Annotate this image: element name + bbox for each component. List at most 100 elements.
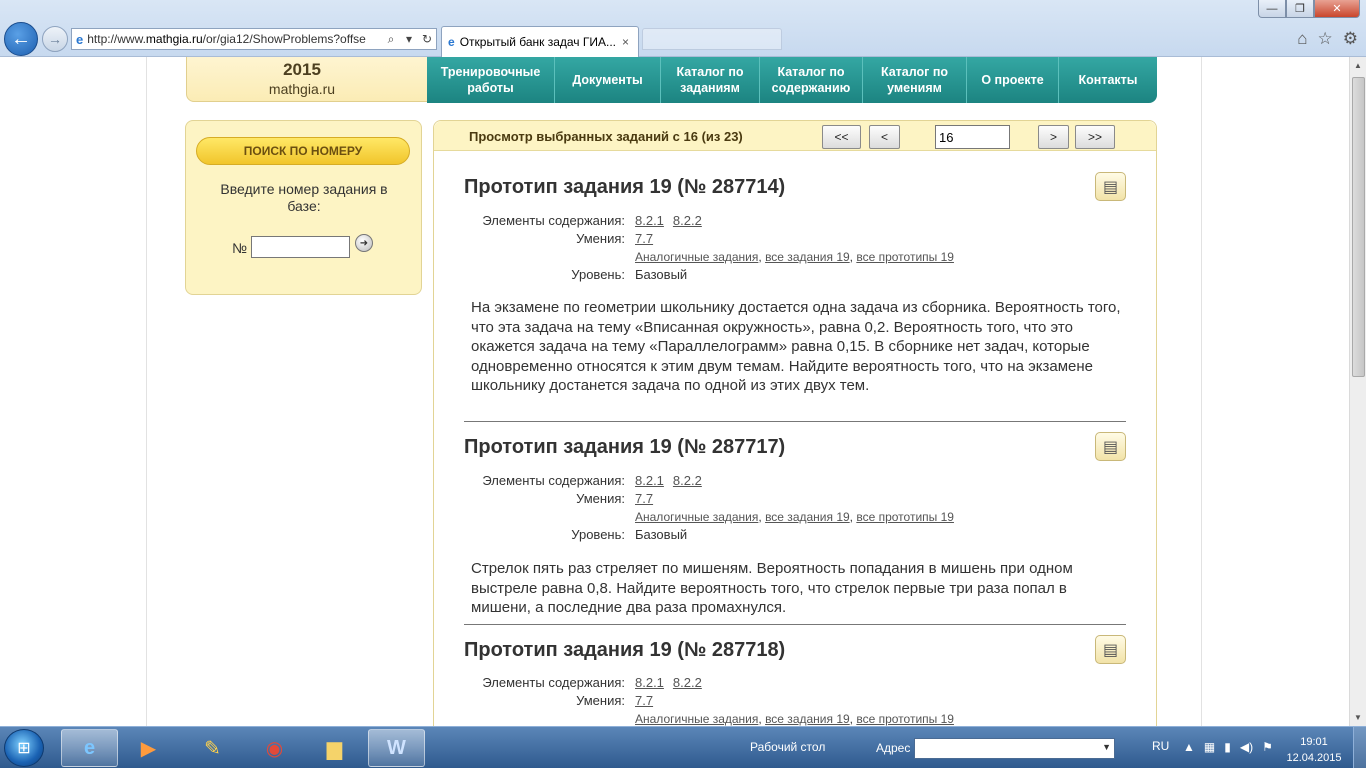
dropdown-arrow-icon[interactable]: ▼ [1102, 742, 1111, 752]
element-link[interactable]: 8.2.2 [673, 675, 702, 690]
favorites-star-icon[interactable]: ☆ [1318, 29, 1333, 49]
address-bar[interactable]: e http://www.mathgia.ru/or/gia12/ShowPro… [71, 28, 437, 50]
arrow-right-icon: ➜ [359, 237, 369, 249]
scroll-down-icon[interactable]: ▼ [1350, 709, 1366, 726]
problem-title: Прототип задания 19 (№ 287717) [464, 436, 786, 458]
problem-separator [464, 421, 1126, 422]
elements-label: Элементы содержания: [482, 213, 625, 228]
desktop-toolbar-label[interactable]: Рабочий стол [750, 740, 825, 754]
signal-icon[interactable]: ▮ [1224, 740, 1231, 754]
all-prototypes-link[interactable]: все прототипы 19 [856, 250, 954, 264]
pager-page-input[interactable]: 16 [935, 125, 1010, 149]
media-player-icon: ▶ [140, 737, 157, 760]
nav-catalog-content[interactable]: Каталог по содержанию [760, 57, 863, 103]
skills-label: Умения: [576, 693, 625, 708]
search-icon[interactable]: ⌕ [382, 32, 400, 47]
close-window-button[interactable]: ✕ [1314, 0, 1360, 18]
taskbar-ie[interactable]: e [61, 729, 118, 767]
arrow-left-icon: ← [11, 27, 31, 50]
level-label: Уровень: [571, 267, 625, 282]
flag-icon[interactable]: ⚑ [1262, 740, 1273, 754]
minimize-button[interactable]: — [1258, 0, 1286, 18]
paint-icon: ✎ [204, 737, 221, 760]
nav-catalog-skills[interactable]: Каталог по умениям [863, 57, 967, 103]
address-toolbar-input[interactable]: ▼ [914, 738, 1115, 759]
ie-page-icon: e [76, 31, 84, 47]
all-tasks-link[interactable]: все задания 19 [765, 712, 850, 726]
pager-next-button[interactable]: > [1038, 125, 1069, 149]
pager-last-button[interactable]: >> [1075, 125, 1115, 149]
taskbar-explorer[interactable]: ▆ [306, 729, 363, 767]
problem-title: Прототип задания 19 (№ 287714) [464, 176, 786, 198]
back-button[interactable]: ← [4, 22, 38, 56]
nav-about[interactable]: О проекте [967, 57, 1059, 103]
address-url[interactable]: http://www.mathgia.ru/or/gia12/ShowProbl… [87, 32, 382, 46]
nav-contacts[interactable]: Контакты [1059, 57, 1157, 103]
all-prototypes-link[interactable]: все прототипы 19 [856, 712, 954, 726]
system-clock[interactable]: 19:01 12.04.2015 [1283, 734, 1345, 766]
scroll-up-icon[interactable]: ▲ [1350, 57, 1366, 74]
nav-training[interactable]: Тренировочные работы [427, 57, 555, 103]
tab-close-icon[interactable]: × [622, 35, 638, 49]
dropdown-arrow-icon[interactable]: ▾ [400, 32, 418, 46]
vertical-scrollbar[interactable]: ▲ ▼ [1349, 57, 1366, 726]
scrollbar-thumb[interactable] [1352, 77, 1365, 377]
search-hint: Введите номер задания в базе: [220, 181, 388, 214]
problem-elements-row: Элементы содержания: 8.2.1 8.2.2 [464, 213, 1124, 229]
home-icon[interactable]: ⌂ [1297, 29, 1307, 49]
skill-link[interactable]: 7.7 [635, 693, 653, 708]
show-desktop-button[interactable] [1353, 727, 1366, 768]
start-button[interactable]: ⊞ [4, 729, 44, 767]
similar-tasks-link[interactable]: Аналогичные задания [635, 250, 758, 264]
tab-active[interactable]: e Открытый банк задач ГИА... × [441, 26, 639, 57]
skill-link[interactable]: 7.7 [635, 491, 653, 506]
taskbar-paint[interactable]: ✎ [184, 729, 241, 767]
nav-catalog-tasks[interactable]: Каталог по заданиям [661, 57, 760, 103]
taskbar-word[interactable]: W [368, 729, 425, 767]
element-link[interactable]: 8.2.1 [635, 213, 664, 228]
show-hidden-icons-icon[interactable]: ▲ [1183, 740, 1195, 754]
top-navigation: Тренировочные работы Документы Каталог п… [427, 57, 1157, 103]
element-link[interactable]: 8.2.2 [673, 213, 702, 228]
elements-label: Элементы содержания: [482, 675, 625, 690]
all-tasks-link[interactable]: все задания 19 [765, 250, 850, 264]
all-prototypes-link[interactable]: все прототипы 19 [856, 510, 954, 524]
notes-icon[interactable]: ▤ [1095, 432, 1126, 461]
network-device-icon[interactable]: ▦ [1204, 740, 1215, 754]
refresh-icon[interactable]: ↻ [418, 32, 436, 46]
element-link[interactable]: 8.2.1 [635, 473, 664, 488]
similar-tasks-link[interactable]: Аналогичные задания [635, 712, 758, 726]
logo-name: mathgia.ru [268, 81, 336, 97]
clock-time: 19:01 [1300, 736, 1328, 748]
language-indicator[interactable]: RU [1152, 739, 1169, 753]
level-value: Базовый [635, 267, 688, 282]
skill-link[interactable]: 7.7 [635, 231, 653, 246]
taskbar-media-player[interactable]: ▶ [120, 729, 177, 767]
level-value: Базовый [635, 527, 688, 542]
similar-tasks-link[interactable]: Аналогичные задания [635, 510, 758, 524]
element-link[interactable]: 8.2.2 [673, 473, 702, 488]
maximize-button[interactable]: ❐ [1286, 0, 1314, 18]
site-logo[interactable]: 2015 mathgia.ru [187, 57, 427, 102]
notes-icon[interactable]: ▤ [1095, 172, 1126, 201]
tab-title: Открытый банк задач ГИА... [459, 35, 617, 49]
taskbar-chrome[interactable]: ◉ [246, 729, 303, 767]
volume-icon[interactable]: ◀) [1240, 740, 1253, 754]
problem-card: Прототип задания 19 (№ 287717) ▤ [464, 432, 1126, 461]
problem-elements-row: Элементы содержания: 8.2.1 8.2.2 [464, 473, 1124, 489]
problem-separator [464, 624, 1126, 625]
pager-prev-button[interactable]: < [869, 125, 900, 149]
nav-documents[interactable]: Документы [555, 57, 661, 103]
problem-skills-row: Умения: 7.7 [464, 491, 1124, 507]
gear-icon[interactable]: ⚙ [1343, 29, 1358, 49]
element-link[interactable]: 8.2.1 [635, 675, 664, 690]
windows-taskbar: ⊞ e ▶ ✎ ◉ ▆ W Рабочий стол Адрес ▼ RU ▲ … [0, 726, 1366, 768]
pager-first-button[interactable]: << [822, 125, 861, 149]
all-tasks-link[interactable]: все задания 19 [765, 510, 850, 524]
go-arrow-button[interactable]: ➜ [355, 234, 373, 252]
notes-icon[interactable]: ▤ [1095, 635, 1126, 664]
forward-button[interactable]: → [42, 26, 68, 52]
problem-number-input[interactable] [251, 236, 350, 258]
folder-icon: ▆ [326, 737, 343, 760]
new-tab-button[interactable] [642, 28, 782, 50]
